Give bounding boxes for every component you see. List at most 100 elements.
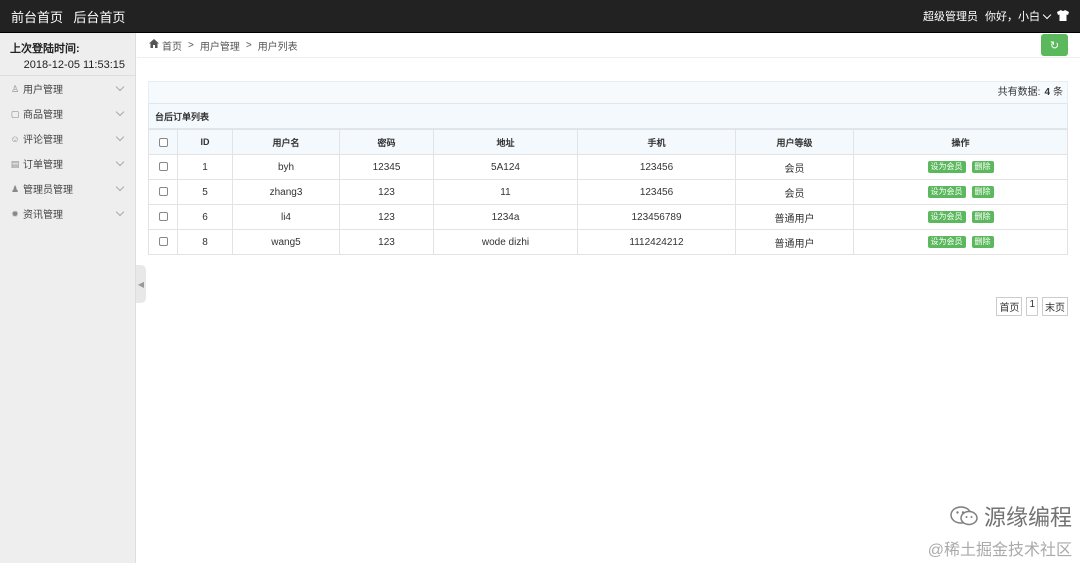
cell-password: 123 <box>339 204 434 230</box>
home-icon <box>149 39 159 51</box>
header-select-all[interactable] <box>148 129 178 155</box>
table-header-row: ID 用户名 密码 地址 手机 用户等级 操作 <box>148 129 1068 155</box>
sidebar-item-label: 资讯管理 <box>23 210 63 221</box>
main-content: 共有数据: 4 条 台后订单列表 ID 用户名 密码 地址 手机 用户等级 操作 1… <box>148 81 1068 255</box>
sidebar-item-product-management[interactable]: ▢ 商品管理 <box>0 101 135 126</box>
cell-actions: 设为会员 删除 <box>853 229 1068 255</box>
set-member-button[interactable]: 设为会员 <box>927 186 966 198</box>
tshirt-icon[interactable] <box>1057 9 1069 24</box>
cell-address: wode dizhi <box>433 229 578 255</box>
table-row: 5 zhang3 123 11 123456 会员 设为会员 删除 <box>148 179 1068 205</box>
sidebar-item-label: 商品管理 <box>23 110 63 121</box>
refresh-button[interactable]: ↻ <box>1041 34 1068 56</box>
header-address: 地址 <box>433 129 578 155</box>
row-checkbox[interactable] <box>158 162 168 172</box>
sidebar-item-admin-management[interactable]: ♟ 管理员管理 <box>0 176 135 201</box>
sidebar-collapse-handle[interactable]: ◀ <box>136 265 146 303</box>
chevron-down-icon <box>1042 10 1052 20</box>
chevron-down-icon <box>115 107 125 117</box>
cell-username: wang5 <box>232 229 340 255</box>
header-id: ID <box>177 129 233 155</box>
row-checkbox[interactable] <box>158 237 168 247</box>
header-actions: 操作 <box>853 129 1068 155</box>
set-member-button[interactable]: 设为会员 <box>927 161 966 173</box>
cell-phone: 123456 <box>577 179 736 205</box>
breadcrumb-home[interactable]: 首页 <box>162 38 182 53</box>
table-row: 6 li4 123 1234a 123456789 普通用户 设为会员 删除 <box>148 204 1068 230</box>
select-all-checkbox[interactable] <box>158 138 168 148</box>
cell-phone: 123456789 <box>577 204 736 230</box>
total-unit: 条 <box>1053 87 1063 98</box>
watermark: 源缘编程 @稀土掘金技术社区 <box>928 500 1072 560</box>
cell-id: 6 <box>177 204 233 230</box>
cell-address: 5A124 <box>433 154 578 180</box>
order-icon: ▤ <box>10 158 20 169</box>
chevron-down-icon <box>115 182 125 192</box>
user-greeting-dropdown[interactable]: 你好，小白 <box>985 8 1052 24</box>
breadcrumb: 首页 > 用户管理 > 用户列表 ↻ <box>137 33 1080 58</box>
sidebar-item-news-management[interactable]: ✹ 资讯管理 <box>0 201 135 226</box>
watermark-line2: @稀土掘金技术社区 <box>927 542 1072 559</box>
cell-actions: 设为会员 删除 <box>853 154 1068 180</box>
row-select-cell <box>148 229 178 255</box>
admin-home-link[interactable]: 后台首页 <box>73 10 125 25</box>
cell-level: 普通用户 <box>735 229 854 255</box>
row-checkbox[interactable] <box>158 187 168 197</box>
admin-icon: ♟ <box>10 183 20 194</box>
cell-phone: 1112424212 <box>577 229 736 255</box>
sidebar-item-user-management[interactable]: ♙ 用户管理 <box>0 76 135 101</box>
cell-password: 12345 <box>339 154 434 180</box>
wechat-icon <box>950 506 978 526</box>
header-phone: 手机 <box>577 129 736 155</box>
sidebar-item-comment-management[interactable]: ☺ 评论管理 <box>0 126 135 151</box>
cell-password: 123 <box>339 179 434 205</box>
gear-icon: ✹ <box>11 208 19 219</box>
cell-id: 5 <box>177 179 233 205</box>
cell-password: 123 <box>339 229 434 255</box>
front-home-link[interactable]: 前台首页 <box>11 10 63 25</box>
sidebar-item-label: 评论管理 <box>23 135 63 146</box>
pagination: 首页 1 末页 <box>992 297 1068 316</box>
cell-address: 1234a <box>433 204 578 230</box>
delete-button[interactable]: 删除 <box>971 161 994 173</box>
user-table: ID 用户名 密码 地址 手机 用户等级 操作 1 byh 12345 5A12… <box>148 129 1068 255</box>
cell-id: 8 <box>177 229 233 255</box>
delete-button[interactable]: 删除 <box>971 211 994 223</box>
chevron-down-icon <box>115 132 125 142</box>
delete-button[interactable]: 删除 <box>971 236 994 248</box>
pager-first[interactable]: 首页 <box>996 297 1023 316</box>
row-checkbox[interactable] <box>158 212 168 222</box>
top-navbar: 前台首页 后台首页 超级管理员 你好，小白 <box>0 0 1080 33</box>
comment-icon: ☺ <box>10 133 20 144</box>
greeting-text: 你好，小白 <box>985 11 1040 23</box>
set-member-button[interactable]: 设为会员 <box>927 211 966 223</box>
sidebar-item-label: 订单管理 <box>23 160 63 171</box>
watermark-brand: 源缘编程 <box>928 500 1072 532</box>
sidebar-item-label: 管理员管理 <box>23 185 73 196</box>
pager-last[interactable]: 末页 <box>1042 297 1068 316</box>
row-select-cell <box>148 204 178 230</box>
cell-username: zhang3 <box>232 179 340 205</box>
chevron-down-icon <box>115 207 125 217</box>
breadcrumb-user-management[interactable]: 用户管理 <box>200 38 240 53</box>
cell-level: 普通用户 <box>735 204 854 230</box>
user-area: 超级管理员 你好，小白 <box>916 8 1069 24</box>
cell-id: 1 <box>177 154 233 180</box>
table-caption: 台后订单列表 <box>148 103 1068 129</box>
last-login-label: 上次登陆时间: <box>10 43 80 55</box>
cell-address: 11 <box>433 179 578 205</box>
sidebar-item-label: 用户管理 <box>23 85 63 96</box>
refresh-icon: ↻ <box>1049 39 1060 52</box>
cell-actions: 设为会员 删除 <box>853 179 1068 205</box>
pager-page-1[interactable]: 1 <box>1026 297 1038 316</box>
sidebar-item-order-management[interactable]: ▤ 订单管理 <box>0 151 135 176</box>
set-member-button[interactable]: 设为会员 <box>927 236 966 248</box>
user-icon: ♙ <box>10 83 20 94</box>
breadcrumb-separator: > <box>245 39 252 51</box>
breadcrumb-separator: > <box>188 39 194 51</box>
bag-icon: ▢ <box>10 108 20 119</box>
delete-button[interactable]: 删除 <box>971 186 994 198</box>
row-select-cell <box>148 154 178 180</box>
row-select-cell <box>148 179 178 205</box>
header-username: 用户名 <box>232 129 340 155</box>
